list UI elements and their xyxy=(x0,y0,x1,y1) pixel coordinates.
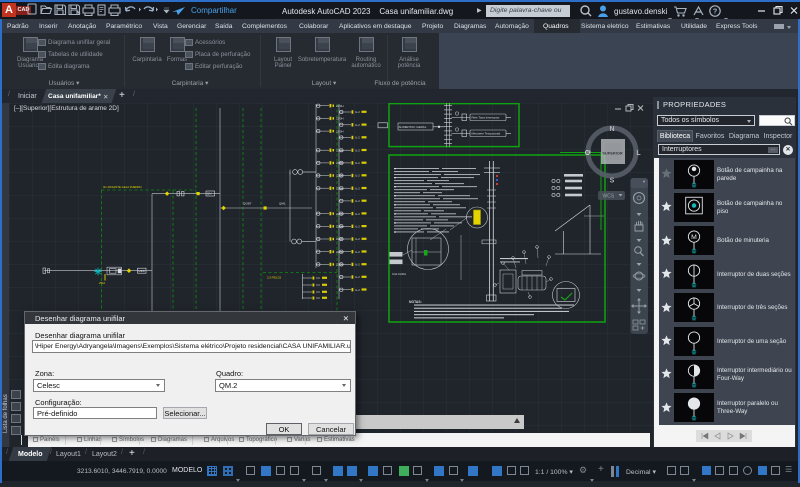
svg-text:22/0H: 22/0H xyxy=(336,117,343,121)
svg-text:IL-2: IL-2 xyxy=(355,263,360,267)
svg-text:F2: F2 xyxy=(317,290,321,294)
svg-text:IL-2: IL-2 xyxy=(355,136,360,140)
svg-text:S: S xyxy=(610,178,615,185)
svg-text:22/0H: 22/0H xyxy=(336,129,343,133)
svg-text:IL-2: IL-2 xyxy=(355,148,360,152)
svg-text:IL-2: IL-2 xyxy=(355,110,360,114)
svg-text:IL-2: IL-2 xyxy=(355,123,360,127)
svg-text:CALCADA: CALCADA xyxy=(392,272,406,276)
svg-text:25kA: 25kA xyxy=(99,281,105,285)
svg-text:F2: F2 xyxy=(317,276,321,280)
svg-text:Minuterie Temporizad: Minuterie Temporizad xyxy=(472,132,501,136)
svg-text:F2: F2 xyxy=(317,296,321,300)
svg-text:IL-2: IL-2 xyxy=(355,212,360,216)
svg-text:22/0H: 22/0H xyxy=(336,104,343,108)
svg-text:?: ? xyxy=(713,7,718,16)
svg-text:NOTAS:: NOTAS: xyxy=(409,300,422,304)
svg-text:IL-2: IL-2 xyxy=(355,288,360,292)
svg-text:IL-2: IL-2 xyxy=(355,174,360,178)
svg-text:SUPERIOR: SUPERIOR xyxy=(602,151,623,156)
svg-text:QM1: QM1 xyxy=(279,202,286,206)
svg-text:IL-2: IL-2 xyxy=(355,250,360,254)
svg-text:3m RASANTE GELA PHEDRO: 3m RASANTE GELA PHEDRO xyxy=(103,185,143,189)
svg-text:QM: QM xyxy=(207,192,212,196)
svg-text:IL-2: IL-2 xyxy=(355,275,360,279)
svg-text:WCS: WCS xyxy=(603,194,615,200)
svg-text:L: L xyxy=(636,150,641,157)
svg-text:N: N xyxy=(609,126,614,133)
svg-text:Rele Taxa Interruptor: Rele Taxa Interruptor xyxy=(472,116,500,120)
svg-text:IL-2: IL-2 xyxy=(355,237,360,241)
svg-text:F2: F2 xyxy=(317,283,321,287)
svg-text:IL-2: IL-2 xyxy=(355,186,360,190)
svg-text:M: M xyxy=(691,234,697,241)
svg-text:IL-2: IL-2 xyxy=(355,199,360,203)
svg-text:ALIMENTAC GERAL: ALIMENTAC GERAL xyxy=(399,125,427,129)
svg-text:QGBT: QGBT xyxy=(243,202,252,206)
svg-text:2,5 FIELD2: 2,5 FIELD2 xyxy=(267,276,282,280)
svg-text:IL-2: IL-2 xyxy=(355,161,360,165)
svg-text:IL-2: IL-2 xyxy=(355,225,360,229)
svg-text:MED: MED xyxy=(138,269,146,273)
